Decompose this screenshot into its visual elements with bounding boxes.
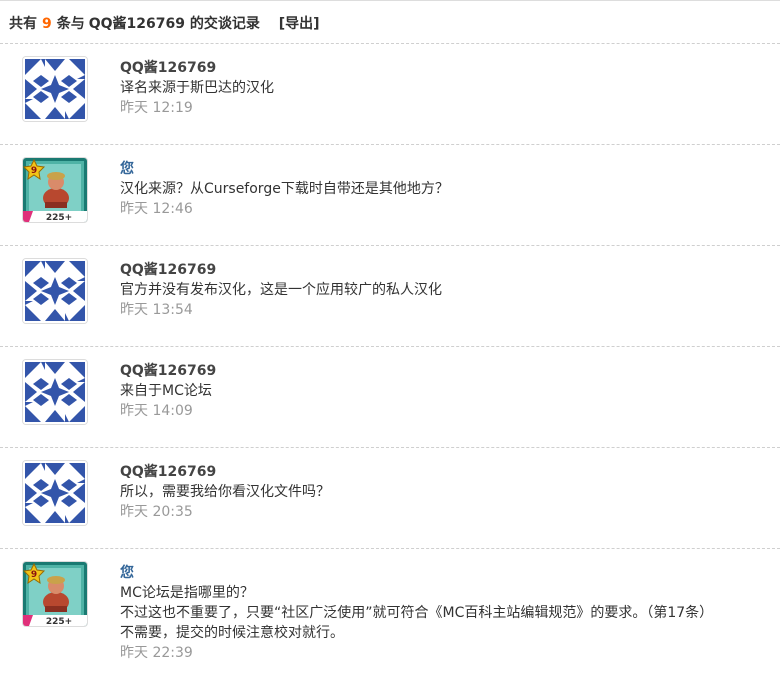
message-line: 汉化来源？从Curseforge下载时自带还是其他地方？ [120, 181, 449, 197]
message-text: 所以，需要我给你看汉化文件吗？ [120, 482, 774, 502]
message-author[interactable]: 您 [120, 563, 774, 583]
message-item: 9 225+ 您汉化来源？从Curseforge下载时自带还是其他地方？ 昨天 1… [0, 145, 780, 246]
message-text: 汉化来源？从Curseforge下载时自带还是其他地方？ [120, 179, 774, 199]
message-line: 官方并没有发布汉化，这是一个应用较广的私人汉化 [120, 282, 442, 298]
partner-avatar[interactable] [22, 460, 88, 526]
message-body: 您汉化来源？从Curseforge下载时自带还是其他地方？ 昨天 12:46 [120, 159, 774, 219]
message-count: 9 [42, 16, 52, 32]
message-author[interactable]: QQ酱126769 [120, 260, 774, 280]
message-line: MC论坛是指哪里的？ [120, 585, 254, 601]
message-text: 官方并没有发布汉化，这是一个应用较广的私人汉化 [120, 280, 774, 300]
message-body: QQ酱126769 来自于MC论坛 昨天 14:09 [120, 361, 774, 421]
message-text: 译名来源于斯巴达的汉化 [120, 78, 774, 98]
svg-text:225+: 225+ [46, 617, 72, 626]
svg-text:9: 9 [31, 570, 37, 580]
message-line: 译名来源于斯巴达的汉化 [120, 80, 274, 96]
message-line: 所以，需要我给你看汉化文件吗？ [120, 484, 330, 500]
message-body: QQ酱126769 译名来源于斯巴达的汉化 昨天 12:19 [120, 58, 774, 118]
message-text: 来自于MC论坛 [120, 381, 774, 401]
export-link[interactable]: [导出] [279, 16, 320, 32]
message-line: 不过这也不重要了，只要“社区广泛使用”就可符合《MC百科主站编辑规范》的要求。（… [120, 605, 714, 621]
header-prefix: 共有 [9, 16, 37, 32]
message-author[interactable]: QQ酱126769 [120, 361, 774, 381]
message-item: 9 225+ 您 MC论坛是指哪里的？ 不过这也不重要了，只要“社区广泛使用”就可符… [0, 549, 780, 679]
message-timestamp: 昨天 22:39 [120, 645, 193, 661]
svg-text:225+: 225+ [46, 213, 72, 222]
game-card-avatar-image: 9 225+ [23, 158, 87, 222]
svg-text:9: 9 [31, 166, 37, 176]
message-timestamp: 昨天 20:35 [120, 504, 193, 520]
header-suffix: 的交谈记录 [189, 16, 260, 32]
partner-avatar[interactable] [22, 56, 88, 122]
identicon-avatar-image [23, 360, 87, 424]
message-timestamp: 昨天 12:19 [120, 100, 193, 116]
message-timestamp: 昨天 14:09 [120, 403, 193, 419]
message-timestamp: 昨天 13:54 [120, 302, 193, 318]
message-text: MC论坛是指哪里的？ 不过这也不重要了，只要“社区广泛使用”就可符合《MC百科主站… [120, 583, 774, 643]
partner-name: QQ酱126769 [88, 16, 185, 32]
user-avatar[interactable]: 9 225+ [22, 561, 88, 627]
game-card-avatar-image: 9 225+ [23, 562, 87, 626]
identicon-avatar-image [23, 259, 87, 323]
message-body: QQ酱126769 所以，需要我给你看汉化文件吗？ 昨天 20:35 [120, 462, 774, 522]
message-item: QQ酱126769 官方并没有发布汉化，这是一个应用较广的私人汉化 昨天 13:54 [0, 246, 780, 347]
message-item: QQ酱126769 所以，需要我给你看汉化文件吗？ 昨天 20:35 [0, 448, 780, 549]
message-author[interactable]: 您 [120, 159, 774, 179]
message-timestamp: 昨天 12:46 [120, 201, 193, 217]
message-list: QQ酱126769 译名来源于斯巴达的汉化 昨天 12:19 9 225+ 您汉化来… [0, 44, 780, 679]
identicon-avatar-image [23, 461, 87, 525]
message-body: QQ酱126769 官方并没有发布汉化，这是一个应用较广的私人汉化 昨天 13:54 [120, 260, 774, 320]
message-author[interactable]: QQ酱126769 [120, 58, 774, 78]
message-author[interactable]: QQ酱126769 [120, 462, 774, 482]
message-line: 不需要，提交的时候注意校对就行。 [120, 625, 344, 641]
message-item: QQ酱126769 译名来源于斯巴达的汉化 昨天 12:19 [0, 44, 780, 145]
message-line: 来自于MC论坛 [120, 383, 212, 399]
user-avatar[interactable]: 9 225+ [22, 157, 88, 223]
header-middle: 条与 [56, 16, 85, 32]
identicon-avatar-image [23, 57, 87, 121]
conversation-header: 共有 9 条与 QQ酱126769 的交谈记录 [导出] [0, 0, 780, 44]
partner-avatar[interactable] [22, 359, 88, 425]
message-body: 您 MC论坛是指哪里的？ 不过这也不重要了，只要“社区广泛使用”就可符合《MC百科主… [120, 563, 774, 663]
message-item: QQ酱126769 来自于MC论坛 昨天 14:09 [0, 347, 780, 448]
partner-avatar[interactable] [22, 258, 88, 324]
